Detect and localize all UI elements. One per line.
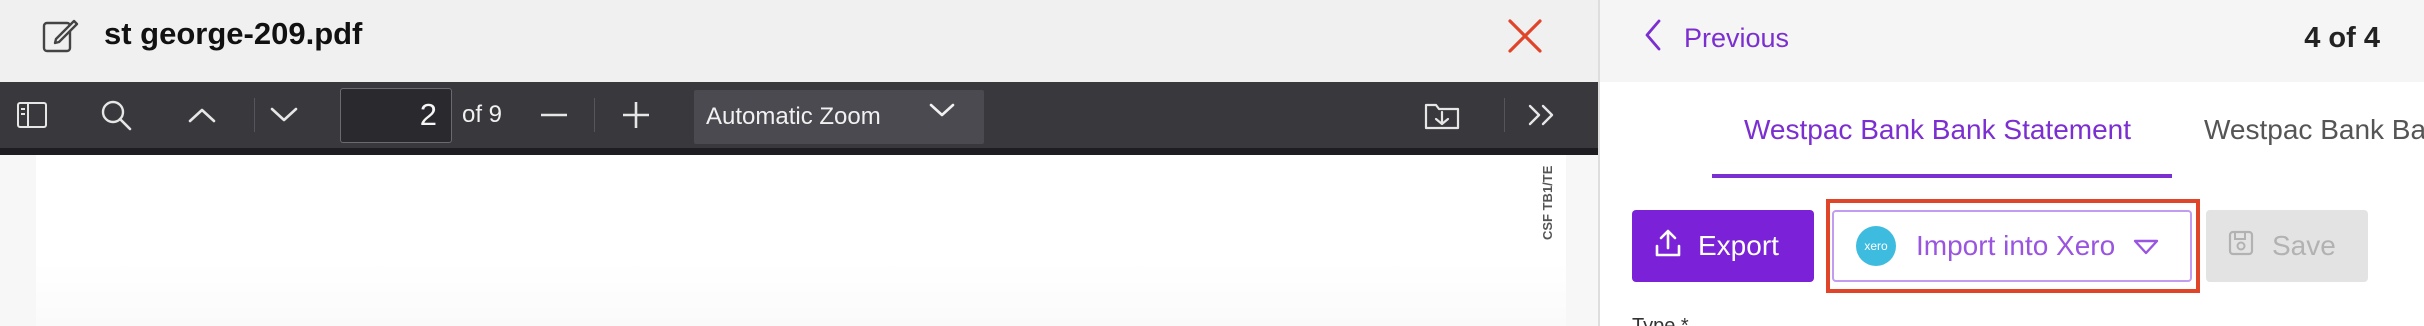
- pdf-side-code: CSF TB1/TE: [1540, 158, 1562, 240]
- pdf-page-content: [36, 262, 1566, 326]
- type-field-label: Type *: [1632, 315, 1689, 326]
- tools-menu-icon[interactable]: [1522, 82, 1562, 148]
- panel-header: Previous 4 of 4: [1600, 0, 2424, 82]
- toolbar-separator: [1504, 98, 1505, 132]
- caret-down-icon[interactable]: [2133, 230, 2159, 262]
- page-total-label: of 9: [462, 101, 503, 128]
- pdf-canvas-background: [0, 155, 36, 326]
- chevron-left-icon: [1644, 18, 1684, 59]
- export-label: Export: [1698, 230, 1779, 261]
- zoom-in-icon[interactable]: [616, 82, 656, 148]
- chevron-down-icon[interactable]: [928, 102, 956, 125]
- page-number-input[interactable]: 2: [340, 88, 452, 143]
- tab-westpac-statement[interactable]: Westpac Bank Bank Statement: [1744, 112, 2131, 148]
- save-label: Save: [2272, 230, 2336, 261]
- previous-button[interactable]: Previous: [1644, 18, 1789, 58]
- sidebar-toggle-icon[interactable]: [12, 82, 52, 148]
- export-button[interactable]: Export: [1632, 210, 1814, 282]
- xero-logo: xero: [1856, 226, 1896, 266]
- chevron-down-icon[interactable]: [264, 82, 304, 148]
- search-icon[interactable]: [96, 82, 136, 148]
- download-icon[interactable]: [1422, 82, 1462, 148]
- toolbar-separator: [254, 98, 255, 132]
- zoom-out-icon[interactable]: [534, 82, 574, 148]
- viewer-title-bar: st george-209.pdf: [0, 0, 1598, 82]
- active-tab-indicator: [1712, 174, 2172, 178]
- pdf-canvas-background: [1566, 155, 1598, 326]
- statement-panel: Previous 4 of 4 Westpac Bank Bank Statem…: [1600, 0, 2424, 326]
- tab-westpac-second[interactable]: Westpac Bank Ba: [2204, 112, 2424, 148]
- import-label: Import into Xero: [1916, 230, 2116, 261]
- save-button[interactable]: Save: [2206, 210, 2368, 282]
- save-icon: [2228, 230, 2272, 263]
- upload-icon: [1654, 228, 1698, 265]
- zoom-select-value: Automatic Zoom: [706, 103, 881, 130]
- statement-tabs: Westpac Bank Bank Statement Westpac Bank…: [1600, 82, 2424, 178]
- chevron-up-icon[interactable]: [182, 82, 222, 148]
- document-counter: 4 of 4: [2304, 22, 2380, 54]
- toolbar-shadow: [0, 148, 1598, 155]
- pdf-side-code-text: CSF TB1/TE: [1540, 165, 1555, 240]
- edit-icon[interactable]: [40, 15, 80, 55]
- toolbar-separator: [594, 98, 595, 132]
- pdf-viewer-pane: st george-209.pdf 2 of 9 Automatic Zoom …: [0, 0, 1598, 326]
- import-into-xero-button[interactable]: xero Import into Xero: [1832, 210, 2192, 282]
- file-title: st george-209.pdf: [104, 16, 363, 51]
- previous-label: Previous: [1684, 22, 1790, 53]
- close-icon[interactable]: [1506, 17, 1544, 55]
